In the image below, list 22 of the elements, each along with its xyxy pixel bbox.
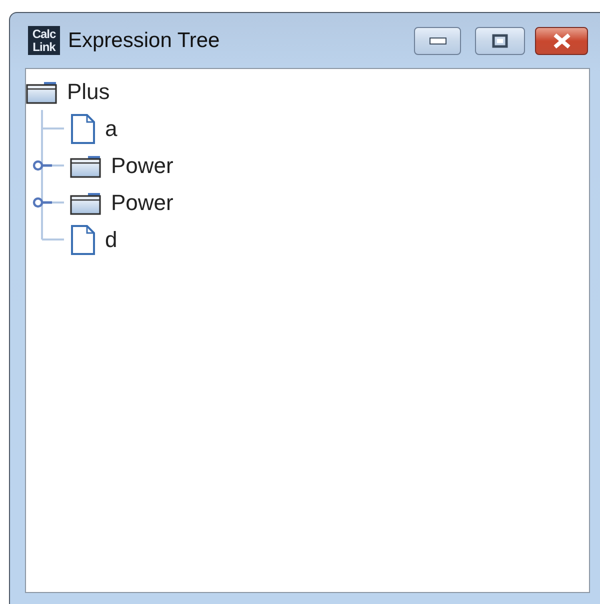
tree-node[interactable]: Power [111, 190, 174, 216]
window-title: Expression Tree [68, 28, 221, 52]
minimize-button[interactable] [414, 26, 461, 54]
tree-line [41, 147, 65, 184]
tree-node[interactable]: Power [111, 152, 174, 178]
app-logo: Calc Link [28, 26, 60, 55]
document-icon [70, 224, 96, 254]
expand-handle[interactable] [32, 160, 52, 171]
document-icon [70, 114, 96, 144]
tree-node[interactable]: Plus [67, 78, 110, 104]
tree-line [41, 110, 65, 147]
maximize-button[interactable] [475, 26, 525, 54]
folder-icon [70, 190, 102, 214]
tree-node[interactable]: a [105, 116, 118, 142]
folder-icon [26, 80, 58, 104]
close-icon [552, 32, 572, 48]
expand-handle[interactable] [32, 197, 52, 208]
maximize-icon [492, 34, 508, 48]
minimize-icon [428, 36, 446, 44]
tree-node[interactable]: d [105, 226, 118, 252]
folder-icon [70, 154, 102, 178]
close-button[interactable] [535, 26, 588, 54]
